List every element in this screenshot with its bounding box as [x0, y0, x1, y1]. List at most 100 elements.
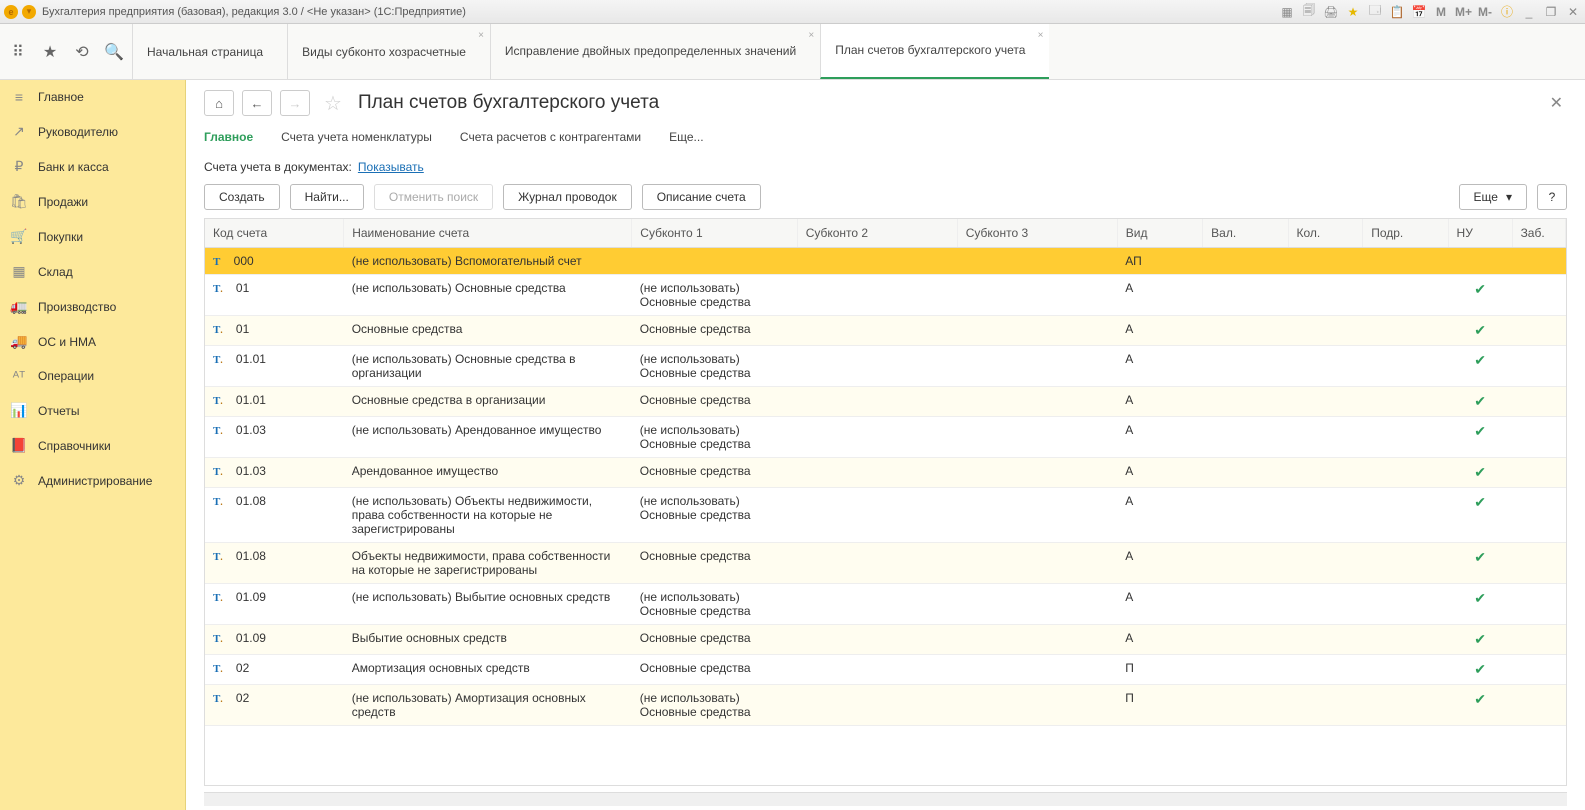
check-icon: ✔ [1456, 691, 1504, 708]
more-button[interactable]: Еще▾ [1459, 184, 1527, 210]
column-header[interactable]: Вид [1117, 219, 1202, 248]
titlebar: e ▾ Бухгалтерия предприятия (базовая), р… [0, 0, 1585, 24]
table-row[interactable]: T 02(не использовать) Амортизация основн… [205, 685, 1566, 726]
subnav-item[interactable]: Главное [204, 130, 253, 146]
tab[interactable]: Исправление двойных предопределенных зна… [490, 24, 820, 79]
create-button[interactable]: Создать [204, 184, 280, 210]
tab[interactable]: Начальная страница [132, 24, 287, 79]
m-plus-button[interactable]: M+ [1455, 5, 1471, 19]
column-header[interactable]: Код счета [205, 219, 344, 248]
minimize-icon[interactable]: _ [1521, 5, 1537, 19]
subnav-item[interactable]: Еще... [669, 130, 703, 146]
sidebar-item[interactable]: 🛍Продажи [0, 184, 185, 219]
table-row[interactable]: T 02Амортизация основных средствОсновные… [205, 655, 1566, 685]
table-row[interactable]: T 01.08(не использовать) Объекты недвижи… [205, 488, 1566, 543]
check-icon: ✔ [1456, 281, 1504, 298]
find-button[interactable]: Найти... [290, 184, 364, 210]
table-row[interactable]: T 01.08Объекты недвижимости, права собст… [205, 543, 1566, 584]
titlebar-icon[interactable]: ▦ [1279, 5, 1295, 19]
sidebar-item[interactable]: ≡Главное [0, 80, 185, 114]
column-header[interactable]: Субконто 3 [957, 219, 1117, 248]
titlebar-icon[interactable]: 🖨 [1323, 5, 1339, 19]
table-row[interactable]: T 01.03(не использовать) Арендованное им… [205, 417, 1566, 458]
star-icon[interactable]: ★ [40, 42, 60, 62]
search-icon[interactable]: 🔍 [104, 42, 124, 62]
tab-close-icon[interactable]: × [808, 30, 814, 42]
titlebar-icon[interactable]: 📋 [1389, 5, 1405, 19]
close-page-icon[interactable]: ✕ [1550, 93, 1567, 113]
journal-button[interactable]: Журнал проводок [503, 184, 632, 210]
check-icon: ✔ [1456, 423, 1504, 440]
m-button[interactable]: M [1433, 5, 1449, 19]
table-row[interactable]: T 01.09(не использовать) Выбытие основны… [205, 584, 1566, 625]
titlebar-icon[interactable]: ★ [1345, 5, 1361, 19]
table-row[interactable]: T 01.09Выбытие основных средствОсновные … [205, 625, 1566, 655]
home-button[interactable]: ⌂ [204, 90, 234, 116]
account-type-icon: T [213, 496, 223, 508]
help-button[interactable]: ? [1537, 184, 1567, 210]
calendar-icon[interactable]: 📅 [1411, 5, 1427, 19]
info-icon[interactable]: ⓘ [1499, 3, 1515, 20]
history-icon[interactable]: ⟲ [72, 42, 92, 62]
app-icon: e [4, 5, 18, 19]
cancel-search-button: Отменить поиск [374, 184, 493, 210]
m-minus-button[interactable]: M- [1477, 5, 1493, 19]
sidebar-item[interactable]: 🚚ОС и НМА [0, 324, 185, 359]
titlebar-icons: ▦ 🗐 🖨 ★ 🗔 📋 📅 M M+ M- ⓘ _ ❐ ✕ [1279, 1, 1581, 22]
info-link[interactable]: Показывать [358, 160, 424, 174]
forward-button[interactable]: → [280, 90, 310, 116]
subnav: Главное Счета учета номенклатуры Счета рас… [204, 124, 1567, 156]
sidebar-item[interactable]: 🛒Покупки [0, 219, 185, 254]
sidebar-label: Операции [38, 369, 94, 383]
column-header[interactable]: НУ [1448, 219, 1512, 248]
description-button[interactable]: Описание счета [642, 184, 761, 210]
sidebar-item[interactable]: 📕Справочники [0, 428, 185, 463]
accounts-table: Код счетаНаименование счетаСубконто 1Суб… [205, 219, 1566, 726]
table-row[interactable]: T 01.03Арендованное имуществоОсновные ср… [205, 458, 1566, 488]
account-type-icon: T [213, 592, 223, 604]
table-row[interactable]: T 01(не использовать) Основные средства(… [205, 275, 1566, 316]
sidebar-item[interactable]: ⚙Администрирование [0, 463, 185, 498]
column-header[interactable]: Субконто 1 [632, 219, 797, 248]
table-row[interactable]: T 01Основные средстваОсновные средстваА✔ [205, 316, 1566, 346]
nav-row: ⌂ ← → ☆ План счетов бухгалтерского учета… [204, 90, 1567, 116]
column-header[interactable]: Вал. [1203, 219, 1288, 248]
sidebar-item[interactable]: ↗Руководителю [0, 114, 185, 149]
back-button[interactable]: ← [242, 90, 272, 116]
account-type-icon: T [213, 256, 220, 268]
dropdown-icon[interactable]: ▾ [22, 5, 36, 19]
subnav-item[interactable]: Счета расчетов с контрагентами [460, 130, 641, 146]
column-header[interactable]: Подр. [1363, 219, 1448, 248]
apps-icon[interactable]: ⠿ [8, 42, 28, 62]
sidebar-item[interactable]: ᴬᵀОперации [0, 359, 185, 393]
titlebar-icon[interactable]: 🗐 [1301, 1, 1317, 22]
close-icon[interactable]: ✕ [1565, 5, 1581, 19]
maximize-icon[interactable]: ❐ [1543, 5, 1559, 19]
column-header[interactable]: Субконто 2 [797, 219, 957, 248]
sidebar-icon: 📊 [10, 402, 28, 419]
column-header[interactable]: Заб. [1512, 219, 1565, 248]
sidebar-item[interactable]: 📊Отчеты [0, 393, 185, 428]
subnav-item[interactable]: Счета учета номенклатуры [281, 130, 432, 146]
table-wrap[interactable]: Код счетаНаименование счетаСубконто 1Суб… [204, 218, 1567, 786]
sidebar-item[interactable]: ₽Банк и касса [0, 149, 185, 184]
tab-close-icon[interactable]: × [478, 30, 484, 41]
tab-close-icon[interactable]: × [1038, 30, 1044, 42]
content-header: ⌂ ← → ☆ План счетов бухгалтерского учета… [186, 80, 1585, 184]
titlebar-icon[interactable]: 🗔 [1367, 1, 1383, 22]
column-header[interactable]: Наименование счета [344, 219, 632, 248]
table-row[interactable]: T 01.01Основные средства в организацииОс… [205, 387, 1566, 417]
sidebar-item[interactable]: 🚛Производство [0, 289, 185, 324]
check-icon: ✔ [1456, 661, 1504, 678]
sidebar-label: Склад [38, 265, 73, 279]
account-type-icon: T [213, 354, 223, 366]
horizontal-scrollbar[interactable] [204, 792, 1567, 806]
table-row[interactable]: T 000(не использовать) Вспомогательный с… [205, 248, 1566, 275]
favorite-icon[interactable]: ☆ [324, 91, 342, 116]
tab[interactable]: Виды субконто хозрасчетные× [287, 24, 490, 79]
sidebar-item[interactable]: ▦Склад [0, 254, 185, 289]
tab[interactable]: План счетов бухгалтерского учета× [820, 24, 1049, 79]
table-row[interactable]: T 01.01(не использовать) Основные средст… [205, 346, 1566, 387]
column-header[interactable]: Кол. [1288, 219, 1363, 248]
sidebar: ≡Главное↗Руководителю₽Банк и касса🛍Прода… [0, 80, 186, 810]
